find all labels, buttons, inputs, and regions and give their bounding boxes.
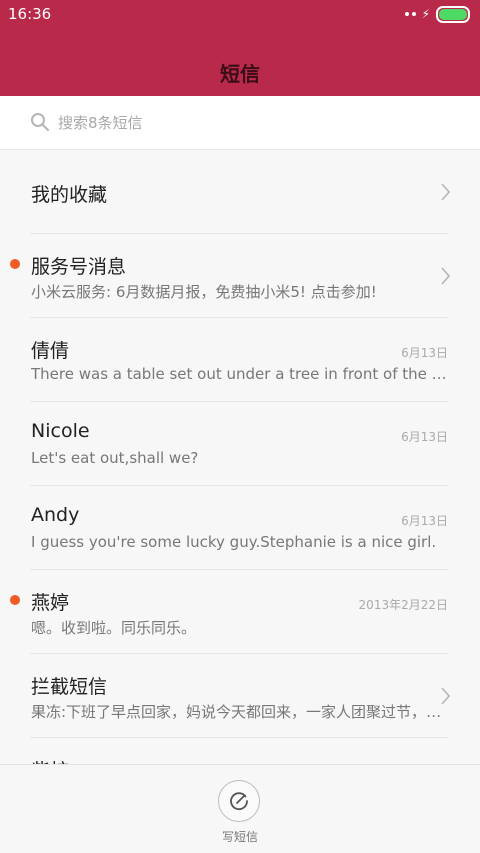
conversation-item[interactable]: 服务号消息 小米云服务: 6月数据月报，免费抽小米5! 点击参加! xyxy=(0,234,480,318)
search-input[interactable] xyxy=(58,112,438,134)
conversation-list: 我的收藏 服务号消息 小米云服务: 6月数据月报，免费抽小米5! 点击参加! 倩… xyxy=(0,150,480,764)
conversation-name: 柴核 xyxy=(31,756,69,764)
conversation-name: 服务号消息 xyxy=(31,256,127,278)
conversation-date: 6月13日 xyxy=(401,346,448,360)
compose-label: 写短信 xyxy=(221,830,258,844)
conversation-item[interactable]: 倩倩 6月13日 There was a table set out under… xyxy=(0,318,480,402)
signal-icon xyxy=(404,12,416,16)
conversation-date: 6月13日 xyxy=(401,430,448,444)
conversation-preview: Let's eat out,shall we? xyxy=(31,449,199,467)
conversation-item[interactable]: 拦截短信 果冻:下班了早点回家，妈说今天都回来，一家人团聚过节，吃顿团圆饭 xyxy=(0,654,480,738)
page-title: 短信 xyxy=(220,62,260,86)
conversation-preview: 嗯。收到啦。同乐同乐。 xyxy=(31,619,197,637)
conversation-name: Andy xyxy=(31,504,80,526)
compose-button[interactable] xyxy=(218,780,260,822)
conversation-name: 拦截短信 xyxy=(31,676,108,698)
conversation-preview: 果冻:下班了早点回家，妈说今天都回来，一家人团聚过节，吃顿团圆饭 xyxy=(31,703,451,721)
conversation-preview: There was a table set out under a tree i… xyxy=(31,365,451,383)
compose-icon xyxy=(230,792,248,811)
conversation-item[interactable]: Nicole 6月13日 Let's eat out,shall we? xyxy=(0,402,480,486)
conversation-preview: 小米云服务: 6月数据月报，免费抽小米5! 点击参加! xyxy=(31,283,377,301)
status-time: 16:36 xyxy=(8,5,52,23)
unread-dot xyxy=(10,259,20,269)
conversation-name: 燕婷 xyxy=(31,592,70,614)
unread-dot xyxy=(10,595,20,605)
conversation-preview: I guess you're some lucky guy.Stephanie … xyxy=(31,533,437,551)
favorites-item[interactable]: 我的收藏 xyxy=(0,150,480,234)
status-indicators: ⚡ xyxy=(404,5,470,23)
conversation-item[interactable]: 燕婷 2013年2月22日 嗯。收到啦。同乐同乐。 xyxy=(0,570,480,654)
conversation-name: Nicole xyxy=(31,420,90,442)
app-header: 16:36 ⚡ 短信 xyxy=(0,0,480,96)
favorites-label: 我的收藏 xyxy=(31,184,108,206)
bottom-bar: 写短信 xyxy=(0,764,480,853)
conversation-date: 2013年2月22日 xyxy=(358,598,448,612)
chevron-right-icon xyxy=(441,267,450,285)
chevron-right-icon xyxy=(441,183,450,201)
conversation-date: 6月13日 xyxy=(401,514,448,528)
conversation-name: 倩倩 xyxy=(31,340,70,362)
battery-icon xyxy=(436,5,470,23)
conversation-item[interactable]: Andy 6月13日 I guess you're some lucky guy… xyxy=(0,486,480,570)
search-icon xyxy=(31,113,49,131)
conversation-item[interactable]: 柴核 xyxy=(0,738,480,764)
charging-icon: ⚡ xyxy=(421,7,430,21)
search-bar[interactable] xyxy=(0,96,480,150)
chevron-right-icon xyxy=(441,687,450,705)
